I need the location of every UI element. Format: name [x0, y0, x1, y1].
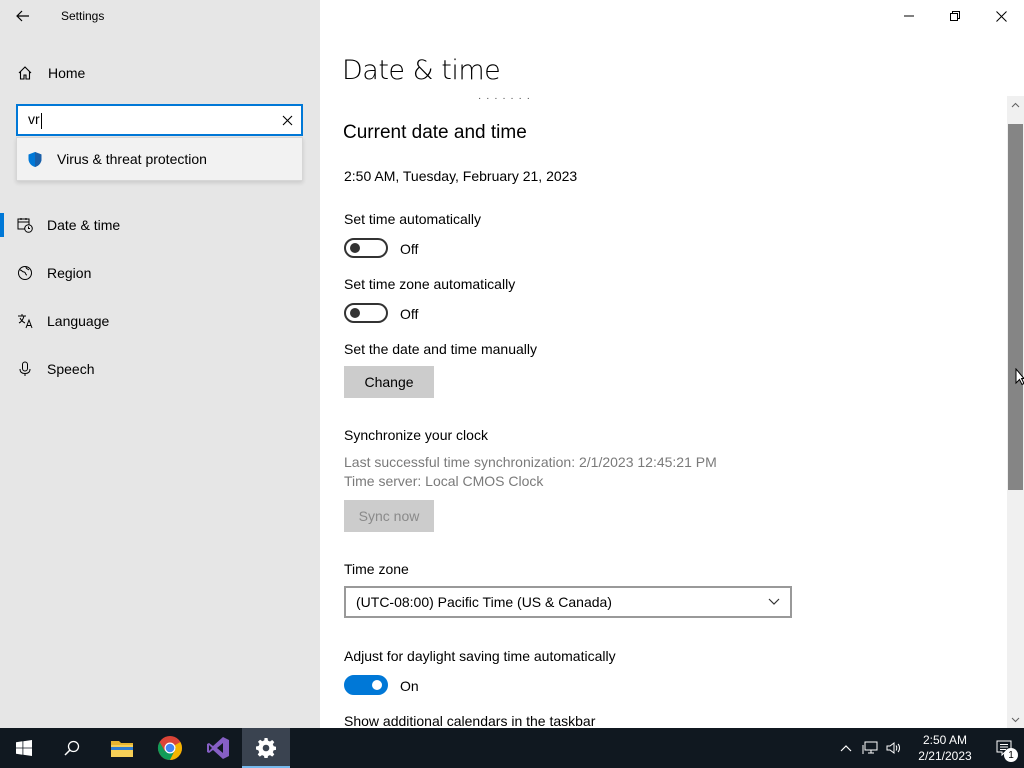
start-icon — [16, 740, 32, 756]
set-time-auto-toggle[interactable] — [344, 238, 388, 258]
settings-button[interactable] — [242, 728, 290, 768]
current-datetime: 2:50 AM, Tuesday, February 21, 2023 — [344, 168, 578, 184]
app-title: Settings — [61, 9, 105, 23]
shield-icon — [27, 151, 45, 168]
home-icon — [17, 65, 35, 81]
sidebar: Settings Home vr Virus & threat protecti… — [0, 0, 320, 728]
set-timezone-auto-state: Off — [400, 306, 419, 322]
file-explorer-icon — [111, 741, 133, 757]
dst-label: Adjust for daylight saving time automati… — [344, 648, 616, 664]
set-time-auto-state: Off — [400, 241, 419, 257]
volume-icon — [886, 742, 900, 754]
restore-icon — [950, 11, 960, 21]
taskbar-clock[interactable]: 2:50 AM 2/21/2023 — [906, 732, 984, 764]
action-center-button[interactable]: 1 — [984, 728, 1024, 768]
taskbar: 2:50 AM 2/21/2023 1 — [0, 728, 1024, 768]
section-title: Current date and time — [343, 122, 527, 143]
sidebar-item-language[interactable]: Language — [0, 301, 320, 341]
set-time-auto-label: Set time automatically — [344, 211, 481, 227]
additional-calendars-label: Show additional calendars in the taskbar — [344, 713, 596, 729]
search-input[interactable]: vr — [16, 104, 303, 136]
sidebar-item-speech[interactable]: Speech — [0, 349, 320, 389]
chevron-down-icon — [768, 598, 780, 606]
chrome-icon — [157, 736, 182, 760]
timezone-label: Time zone — [344, 561, 409, 577]
close-icon — [995, 10, 1007, 22]
visual-studio-icon — [207, 737, 229, 759]
chevron-down-icon — [1011, 717, 1020, 722]
minimize-button[interactable] — [886, 0, 932, 32]
start-button[interactable] — [0, 728, 48, 768]
sidebar-item-date-time[interactable]: Date & time — [0, 205, 320, 245]
clock-time: 2:50 AM — [922, 733, 968, 747]
last-sync-text: Last successful time synchronization: 2/… — [344, 454, 717, 470]
sidebar-item-region[interactable]: Region — [0, 253, 320, 293]
dst-state: On — [400, 678, 419, 694]
settings-icon — [256, 738, 276, 758]
window-controls — [886, 0, 1024, 32]
language-icon — [17, 313, 35, 329]
show-hidden-icons-button[interactable] — [834, 728, 858, 768]
volume-button[interactable] — [882, 728, 906, 768]
file-explorer-button[interactable] — [98, 728, 146, 768]
sidebar-item-label: Home — [48, 65, 86, 81]
manual-datetime-label: Set the date and time manually — [344, 341, 538, 357]
titlebar-left: Settings — [0, 0, 320, 32]
vertical-scrollbar[interactable] — [1007, 96, 1024, 728]
sidebar-item-label: Speech — [47, 361, 95, 377]
sidebar-item-label: Date & time — [47, 217, 121, 233]
clock-date: 2/21/2023 — [918, 749, 972, 763]
system-tray: 2:50 AM 2/21/2023 1 — [834, 728, 1024, 768]
mouse-cursor-icon — [1015, 367, 1024, 391]
search-icon — [64, 740, 80, 756]
sidebar-item-label: Language — [47, 313, 110, 329]
microphone-icon — [17, 361, 35, 377]
minimize-icon — [904, 15, 914, 17]
network-button[interactable] — [858, 728, 882, 768]
set-timezone-auto-label: Set time zone automatically — [344, 276, 516, 292]
sidebar-item-home[interactable]: Home — [0, 57, 320, 89]
time-server-text: Time server: Local CMOS Clock — [344, 473, 544, 489]
date-time-icon — [17, 217, 35, 233]
timezone-dropdown[interactable]: (UTC-08:00) Pacific Time (US & Canada) — [344, 586, 792, 618]
timezone-value: (UTC-08:00) Pacific Time (US & Canada) — [356, 594, 612, 610]
close-button[interactable] — [978, 0, 1024, 32]
taskbar-search-button[interactable] — [48, 728, 96, 768]
region-icon — [17, 265, 35, 281]
search-input-value: vr — [28, 111, 42, 129]
chrome-button[interactable] — [146, 728, 194, 768]
back-arrow-icon — [16, 10, 29, 22]
clear-search-button[interactable] — [273, 106, 301, 134]
network-icon — [862, 741, 878, 754]
back-button[interactable] — [0, 0, 46, 32]
close-icon — [282, 115, 292, 125]
sync-heading: Synchronize your clock — [344, 427, 488, 443]
sync-now-button[interactable]: Sync now — [344, 500, 434, 532]
suggestion-label: Virus & threat protection — [57, 151, 207, 167]
notification-badge: 1 — [1004, 748, 1018, 762]
chevron-up-icon — [1011, 102, 1020, 107]
scroll-thumb[interactable] — [1008, 124, 1023, 490]
dst-toggle[interactable] — [344, 675, 388, 695]
page-title: Date & time — [342, 55, 501, 86]
chevron-up-icon — [840, 745, 852, 752]
scroll-up-button[interactable] — [1007, 96, 1024, 113]
change-button[interactable]: Change — [344, 366, 434, 398]
clipped-text: · · · · · · · — [478, 93, 531, 104]
restore-button[interactable] — [932, 0, 978, 32]
visual-studio-button[interactable] — [194, 728, 242, 768]
sidebar-item-label: Region — [47, 265, 92, 281]
search-suggestion[interactable]: Virus & threat protection — [16, 137, 303, 181]
scroll-down-button[interactable] — [1007, 711, 1024, 728]
set-timezone-auto-toggle[interactable] — [344, 303, 388, 323]
